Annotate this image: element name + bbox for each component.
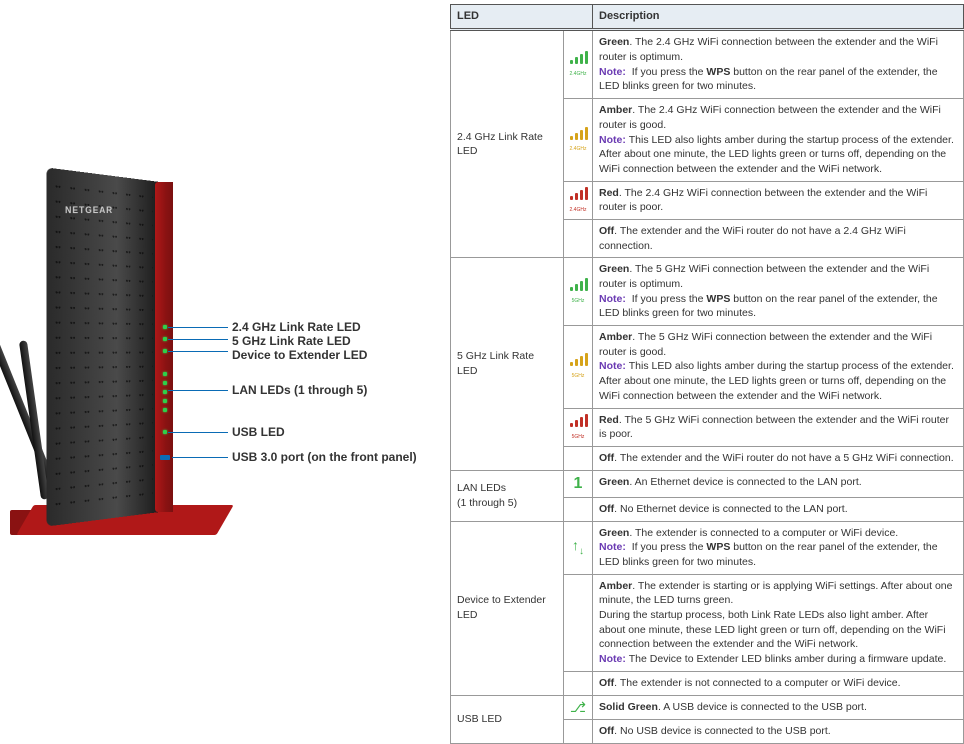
table-row: LAN LEDs(1 through 5) 1 Green. An Ethern… [451,470,964,497]
th-led: LED [451,5,593,30]
callout-usb-port: USB 3.0 port (on the front panel) [232,450,417,464]
table-row: 2.4 GHz Link Rate LED 2.4GHz Green. The … [451,30,964,99]
callout-24ghz-link: 2.4 GHz Link Rate LED [232,320,361,334]
led-name-24: 2.4 GHz Link Rate LED [451,30,564,258]
arrows-icon: ↑↓ [564,521,593,574]
callout-usb-led: USB LED [232,425,285,439]
number-one-icon: 1 [564,470,593,497]
led-name-usb: USB LED [451,695,564,743]
callout-5ghz-link: 5 GHz Link Rate LED [232,334,351,348]
signal-red-icon: 5GHz [564,408,593,446]
brand-logo: NETGEAR [65,205,113,215]
device-illustration: NETGEAR 2.4 GHz Link Rate LED 5 GHz Link… [0,0,450,744]
led-table: LED Description 2.4 GHz Link Rate LED 2.… [450,4,964,744]
signal-amber-icon: 2.4GHz [564,99,593,181]
usb-icon: ⎇ [564,695,593,720]
led-name-5: 5 GHz Link Rate LED [451,258,564,470]
led-name-d2e: Device to Extender LED [451,521,564,695]
signal-green-icon: 5GHz [564,258,593,326]
callout-d2e: Device to Extender LED [232,348,367,362]
signal-red-icon: 2.4GHz [564,181,593,219]
callout-lan: LAN LEDs (1 through 5) [232,383,367,397]
table-row: 5 GHz Link Rate LED 5GHz Green. The 5 GH… [451,258,964,326]
led-name-lan: LAN LEDs(1 through 5) [451,470,564,521]
signal-amber-icon: 5GHz [564,326,593,408]
table-row: Device to Extender LED ↑↓ Green. The ext… [451,521,964,574]
table-row: USB LED ⎇ Solid Green. A USB device is c… [451,695,964,720]
th-desc: Description [593,5,964,30]
signal-green-icon: 2.4GHz [564,30,593,99]
